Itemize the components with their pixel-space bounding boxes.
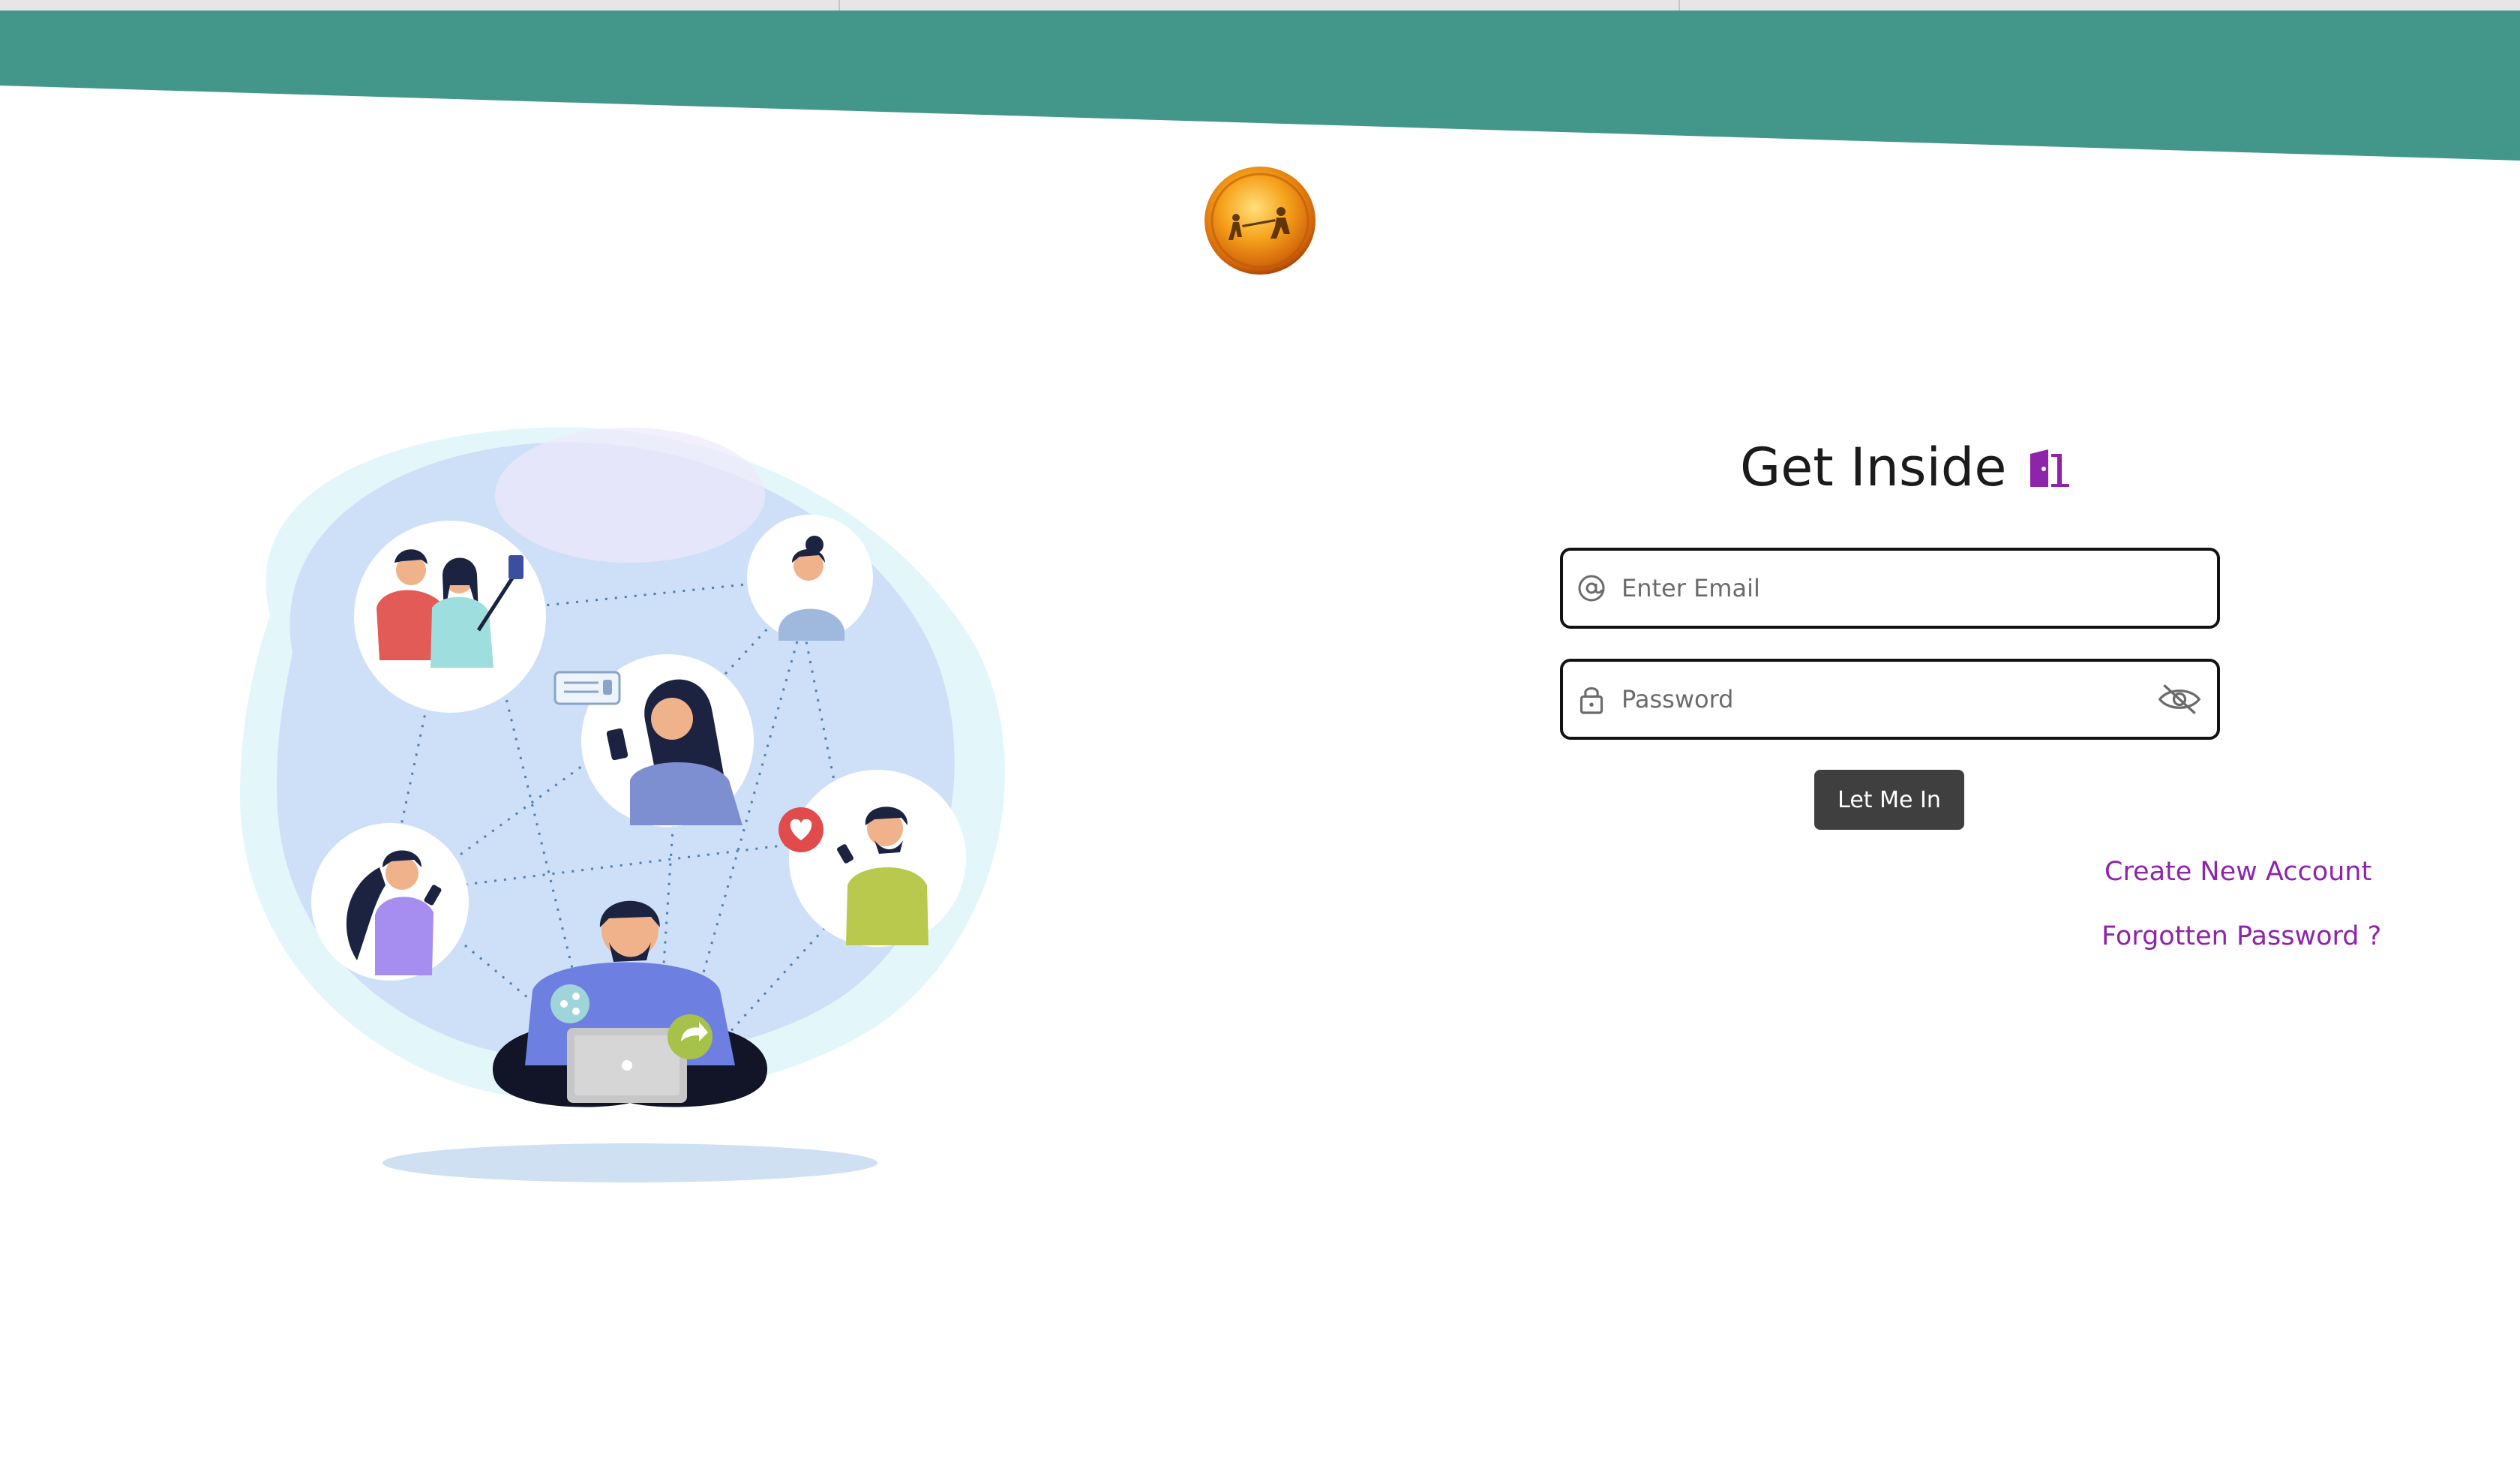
email-input[interactable] (1620, 565, 2217, 611)
chrome-tab-divider (838, 0, 840, 11)
login-title-text: Get Inside (1740, 437, 2007, 498)
let-me-in-button[interactable]: Let Me In (1814, 770, 1964, 830)
password-input[interactable] (1620, 676, 2156, 722)
door-icon (2030, 449, 2070, 487)
chrome-tab-divider (1678, 0, 1680, 11)
social-network-illustration (240, 427, 1005, 1182)
password-field[interactable] (1560, 659, 2220, 740)
lock-icon (1575, 683, 1608, 716)
at-sign-icon (1575, 572, 1608, 605)
coin-emblem-icon (1204, 167, 1316, 275)
email-field[interactable] (1560, 548, 2220, 629)
eye-off-icon[interactable] (2156, 678, 2204, 720)
create-account-link[interactable]: Create New Account (2104, 857, 2372, 887)
forgot-password-link[interactable]: Forgotten Password ? (2102, 921, 2381, 951)
login-title: Get Inside (1740, 434, 2074, 501)
header-band (0, 11, 2520, 161)
browser-chrome-strip (0, 0, 2520, 11)
